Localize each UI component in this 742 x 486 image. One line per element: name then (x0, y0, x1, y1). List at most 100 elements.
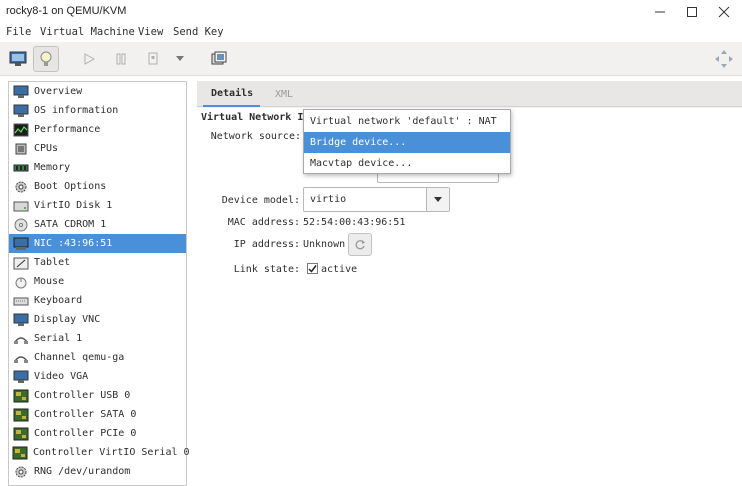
sidebar-item-channel-qemu-ga[interactable]: Channel qemu-ga (9, 348, 186, 367)
network-source-label: Network source: (210, 131, 301, 142)
close-icon (718, 6, 730, 18)
network-source-dropdown-menu: Virtual network 'default' : NAT Bridge d… (303, 109, 511, 174)
run-button[interactable] (78, 46, 100, 72)
performance-icon (12, 122, 29, 137)
device-model-dropdown-button[interactable] (426, 188, 449, 211)
sidebar-item-cpus[interactable]: CPUs (9, 139, 186, 158)
minimize-button[interactable] (644, 0, 676, 24)
gear-icon (12, 464, 29, 479)
sidebar-item-boot-options[interactable]: Boot Options (9, 177, 186, 196)
mouse-icon (12, 274, 29, 289)
sidebar-item-label: Controller USB 0 (34, 390, 131, 401)
option-macvtap-device[interactable]: Macvtap device... (304, 153, 510, 174)
monitor-icon (12, 84, 29, 99)
refresh-ip-button[interactable] (348, 233, 372, 256)
show-console-button[interactable] (6, 46, 30, 72)
tab-xml[interactable]: XML (275, 81, 305, 107)
disk-icon (12, 198, 29, 213)
shutdown-button[interactable] (142, 46, 164, 72)
sidebar-item-label: RNG /dev/urandom (34, 466, 131, 477)
link-state-checkbox[interactable] (307, 263, 318, 274)
sidebar-item-tablet[interactable]: Tablet (9, 253, 186, 272)
sidebar-item-label: Mouse (34, 276, 65, 287)
sidebar-item-display-vnc[interactable]: Display VNC (9, 310, 186, 329)
sidebar-item-label: Channel qemu-ga (34, 352, 125, 363)
sidebar-item-controller-virtio-serial-0[interactable]: Controller VirtIO Serial 0 (9, 443, 190, 462)
controller-icon (12, 407, 29, 422)
sidebar-item-label: Video VGA (34, 371, 89, 382)
sidebar-item-label: Serial 1 (34, 333, 83, 344)
sidebar-item-label: Tablet (34, 257, 71, 268)
console-monitor-icon (9, 51, 27, 66)
serial-icon (12, 331, 29, 346)
sidebar-item-label: Controller VirtIO Serial 0 (33, 447, 190, 458)
mac-address-value: 52:54:00:43:96:51 (303, 217, 406, 228)
sidebar-item-controller-pcie-0[interactable]: Controller PCIe 0 (9, 424, 186, 443)
toolbar (0, 42, 742, 76)
sidebar-item-label: VirtIO Disk 1 (34, 200, 113, 211)
cdrom-icon (12, 217, 29, 232)
shutdown-menu-button[interactable] (172, 46, 188, 72)
option-bridge-device[interactable]: Bridge device... (304, 132, 510, 153)
sidebar-item-label: Memory (34, 162, 71, 173)
ip-address-value: Unknown (303, 239, 346, 250)
gear-icon (12, 179, 29, 194)
show-details-button[interactable] (33, 46, 59, 72)
ip-address-label: IP address: (233, 239, 300, 250)
checkmark-icon (308, 265, 317, 273)
close-button[interactable] (708, 0, 740, 24)
maximize-icon (687, 7, 697, 17)
sidebar-item-label: Display VNC (34, 314, 101, 325)
menu-view[interactable]: View (138, 26, 163, 38)
window-title: rocky8-1 on QEMU/KVM (6, 5, 127, 17)
tab-details[interactable]: Details (203, 81, 260, 107)
hardware-list: Overview OS information Performance CPUs… (8, 81, 190, 486)
sidebar-item-overview[interactable]: Overview (9, 82, 186, 101)
controller-icon (12, 426, 29, 441)
title-bar: rocky8-1 on QEMU/KVM (0, 0, 742, 24)
sidebar-item-sata-cdrom-1[interactable]: SATA CDROM 1 (9, 215, 186, 234)
sidebar-item-performance[interactable]: Performance (9, 120, 186, 139)
device-model-value: virtio (310, 194, 347, 205)
snapshots-button[interactable] (207, 46, 231, 72)
minimize-icon (655, 11, 665, 13)
sidebar-item-rng[interactable]: RNG /dev/urandom (9, 462, 186, 481)
option-virtual-network-default[interactable]: Virtual network 'default' : NAT (304, 111, 510, 132)
sidebar-item-label: Performance (34, 124, 101, 135)
play-icon (84, 53, 95, 65)
sidebar-item-controller-usb-0[interactable]: Controller USB 0 (9, 386, 186, 405)
power-icon (148, 52, 158, 65)
sidebar-item-label: OS information (34, 105, 119, 116)
maximize-button[interactable] (676, 0, 708, 24)
device-model-label: Device model: (221, 195, 300, 206)
lightbulb-icon (40, 51, 52, 66)
controller-icon (12, 445, 28, 460)
monitor-icon (12, 103, 29, 118)
tab-bar: Details XML (197, 81, 742, 107)
sidebar-item-keyboard[interactable]: Keyboard (9, 291, 186, 310)
sidebar-item-serial-1[interactable]: Serial 1 (9, 329, 186, 348)
pause-button[interactable] (110, 46, 132, 72)
tablet-icon (12, 255, 29, 270)
snapshot-icon (211, 51, 227, 65)
device-model-select[interactable]: virtio (303, 187, 450, 212)
section-title: Virtual Network In (201, 112, 310, 123)
monitor-icon (12, 369, 29, 384)
sidebar-item-virtio-disk-1[interactable]: VirtIO Disk 1 (9, 196, 186, 215)
menu-file[interactable]: File (6, 26, 31, 38)
controller-icon (12, 388, 29, 403)
sidebar-item-label: Overview (34, 86, 83, 97)
sidebar-item-memory[interactable]: Memory (9, 158, 186, 177)
menu-send-key[interactable]: Send Key (173, 26, 224, 38)
fullscreen-button[interactable] (712, 46, 736, 72)
sidebar-item-nic[interactable]: NIC :43:96:51 (9, 234, 186, 253)
sidebar-item-os-information[interactable]: OS information (9, 101, 186, 120)
sidebar-item-video-vga[interactable]: Video VGA (9, 367, 186, 386)
pause-icon (116, 53, 126, 65)
sidebar-item-controller-sata-0[interactable]: Controller SATA 0 (9, 405, 186, 424)
nic-icon (12, 236, 29, 251)
menu-virtual-machine[interactable]: Virtual Machine (40, 26, 135, 38)
mac-address-label: MAC address: (227, 217, 300, 228)
menu-bar: File Virtual Machine View Send Key (0, 24, 742, 42)
sidebar-item-mouse[interactable]: Mouse (9, 272, 186, 291)
